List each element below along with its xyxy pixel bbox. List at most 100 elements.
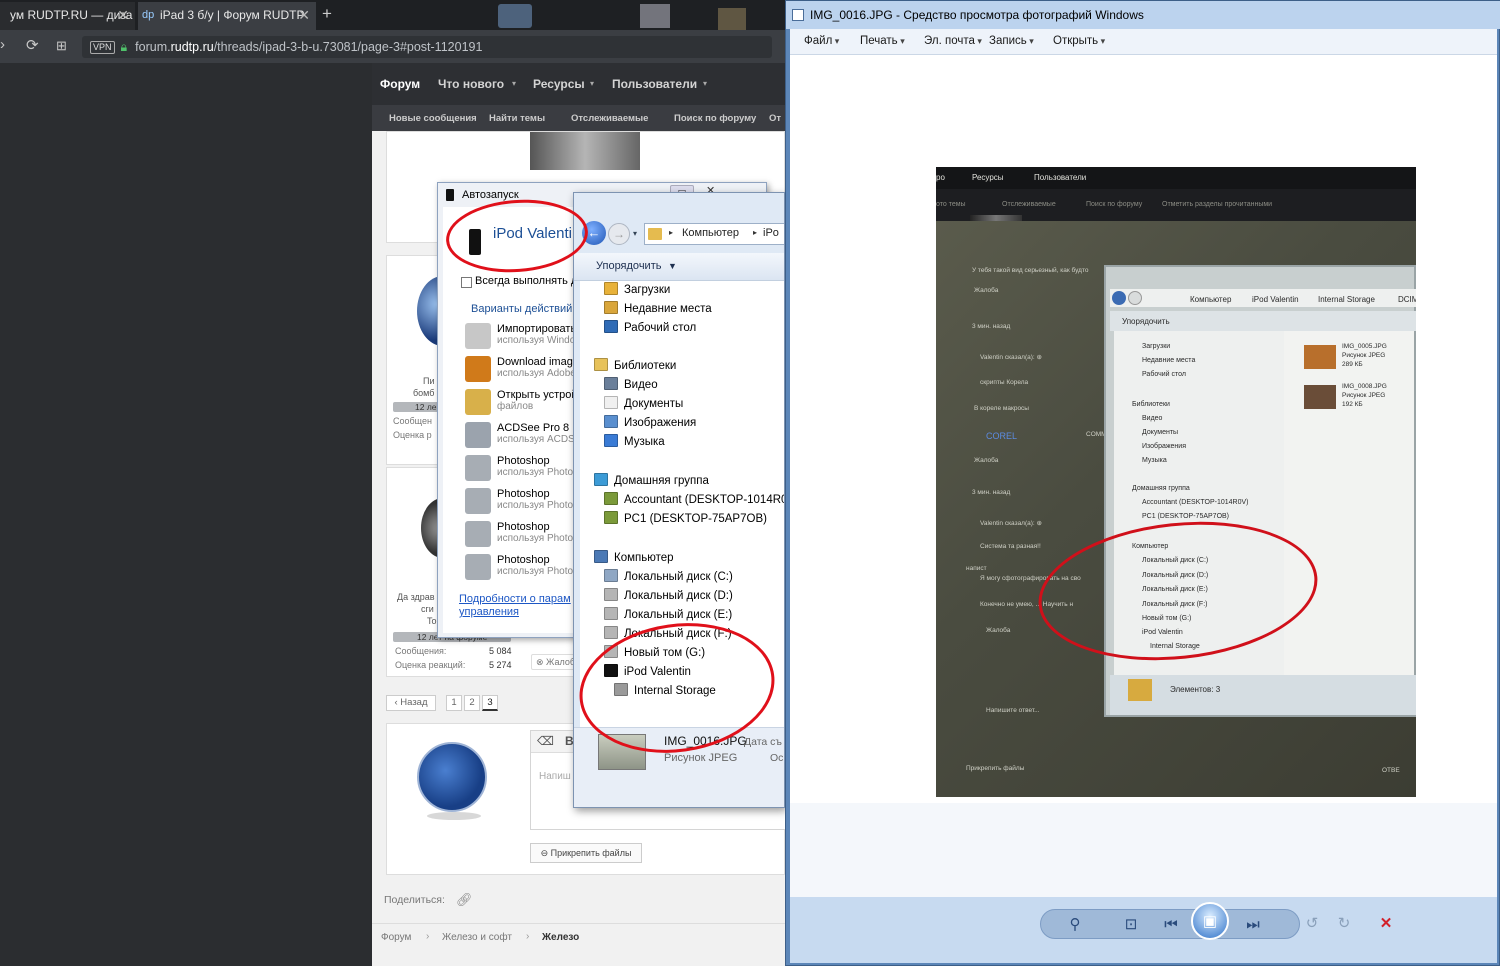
nav-resources[interactable]: Ресурсы xyxy=(533,77,585,91)
photo-forum-text: Прикрепить файлы xyxy=(966,765,1025,772)
next-icon[interactable]: ⏭︎ xyxy=(1239,914,1267,936)
tree-item[interactable]: Локальный диск (E:) xyxy=(604,606,732,625)
forward-arrow-icon[interactable]: → xyxy=(608,223,630,245)
photo-breadcrumb-item: Internal Storage xyxy=(1318,295,1375,304)
report-icon: ⊗ xyxy=(536,657,547,667)
option-title: Photoshop xyxy=(497,521,550,533)
breadcrumb-item[interactable]: iPo xyxy=(763,227,779,239)
viewer-menu-item[interactable]: Эл. почта xyxy=(924,35,982,47)
browser-tab[interactable]: ум RUDTP.RU — диза ✕ xyxy=(0,2,135,30)
tree-item-label: Недавние места xyxy=(624,303,712,315)
speed-dial-grid-icon[interactable]: ⊞ xyxy=(56,38,67,54)
tree-item[interactable]: Accountant (DESKTOP-1014R0V) xyxy=(604,491,784,510)
viewer-control-bar: ⚲ ⊡ ⏮︎ ▣ ⏭︎ ↺ ↻ ✕ xyxy=(790,897,1497,963)
tree-item-label: Видео xyxy=(624,379,658,391)
photo-forum-text: Valentin сказал(а): ⊕ xyxy=(980,354,1042,361)
tree-item[interactable]: Рабочий стол xyxy=(604,319,696,338)
breadcrumb-current[interactable]: Железо xyxy=(542,932,579,943)
user-title: сги xyxy=(421,604,434,614)
tree-item[interactable]: Видео xyxy=(604,376,658,395)
tree-item[interactable]: PC1 (DESKTOP-75AP7OB) xyxy=(604,510,767,529)
share-link-icon[interactable]: 🔗︎ xyxy=(456,892,473,908)
always-do-checkbox[interactable] xyxy=(461,277,472,288)
delete-icon[interactable]: ✕ xyxy=(1372,913,1400,935)
tree-item[interactable]: Домашняя группа xyxy=(594,472,709,491)
tree-item-label: Документы xyxy=(624,398,684,410)
nav-forum[interactable]: Форум xyxy=(380,77,420,91)
option-title: Photoshop xyxy=(497,488,550,500)
close-tab-icon[interactable]: ✕ xyxy=(298,2,310,28)
forward-arrow-icon[interactable]: › xyxy=(0,36,5,53)
post-image xyxy=(530,132,640,170)
subnav-find-threads[interactable]: Найти темы xyxy=(489,113,545,124)
pagination-back-button[interactable]: ‹ Назад xyxy=(386,695,436,711)
details-link[interactable]: Подробности о парам xyxy=(459,593,571,605)
photo-organize: Упорядочить xyxy=(1122,317,1170,326)
breadcrumb-item[interactable]: Форум xyxy=(381,932,411,943)
organize-button[interactable]: Упорядочить xyxy=(596,260,661,272)
playback-controls: ⚲ ⊡ ⏮︎ ▣ ⏭︎ xyxy=(1040,902,1300,940)
tree-item-icon xyxy=(604,569,618,582)
tree-item[interactable]: Локальный диск (C:) xyxy=(604,568,733,587)
tree-item[interactable]: Компьютер xyxy=(594,549,674,568)
app-icon xyxy=(465,488,491,514)
photo-forum-text: 3 мин. назад xyxy=(972,489,1011,496)
tree-item[interactable]: Недавние места xyxy=(604,300,712,319)
photo-viewer-window: IMG_0016.JPG - Средство просмотра фотогр… xyxy=(785,0,1500,966)
tree-item[interactable]: Загрузки xyxy=(604,281,670,300)
vpn-badge[interactable]: VPN xyxy=(90,41,115,55)
rotate-left-icon[interactable]: ↺ xyxy=(1298,913,1326,935)
new-tab-plus-icon[interactable]: + xyxy=(318,4,336,24)
url-prefix: forum. xyxy=(135,40,171,54)
option-title: Photoshop xyxy=(497,455,550,467)
ipod-icon xyxy=(446,189,454,201)
avatar[interactable] xyxy=(417,742,487,812)
actual-size-icon[interactable]: ⊡ xyxy=(1117,914,1145,936)
close-tab-icon[interactable]: ✕ xyxy=(117,2,129,28)
username[interactable]: Пи xyxy=(423,376,435,386)
tree-item[interactable]: Изображения xyxy=(604,414,696,433)
url-field[interactable]: VPN 🔒︎ forum.rudtp.ru/threads/ipad-3-b-u.7… xyxy=(82,36,772,58)
history-dropdown-icon[interactable]: ▾ xyxy=(633,229,637,238)
displayed-photo: ро Ресурсы Пользователи ото темы Отслеживаем… xyxy=(936,167,1416,797)
paperclip-icon: ⊖ xyxy=(540,848,551,858)
app-icon xyxy=(465,521,491,547)
explorer-address-bar[interactable]: ▸ Компьютер ▸ iPo xyxy=(644,223,784,245)
chevron-right-icon: › xyxy=(526,931,530,942)
photo-forum-text: Valentin сказал(а): ⊕ xyxy=(980,520,1042,527)
reload-icon[interactable]: ⟳ xyxy=(26,36,39,54)
tree-item-icon xyxy=(594,550,608,563)
pagination-page-current[interactable]: 3 xyxy=(482,695,498,711)
slideshow-icon[interactable]: ▣ xyxy=(1191,902,1229,940)
username[interactable]: Да здрав xyxy=(397,592,435,602)
pagination-page[interactable]: 2 xyxy=(464,695,480,711)
rotate-right-icon[interactable]: ↻ xyxy=(1330,913,1358,935)
subnav-new-posts[interactable]: Новые сообщения xyxy=(389,113,477,124)
option-subtitle: используя Photo xyxy=(497,566,574,577)
photo-tree-item: Accountant (DESKTOP-1014R0V) xyxy=(1142,499,1249,506)
tree-item[interactable]: Документы xyxy=(604,395,683,414)
viewer-menu-item[interactable]: Печать xyxy=(860,35,905,47)
viewer-menu-item[interactable]: Файл xyxy=(804,35,839,47)
breadcrumb-item[interactable]: Компьютер xyxy=(682,227,739,239)
browser-tab-active[interactable]: dp iPad 3 б/у | Форум RUDTP ✕ xyxy=(138,2,316,30)
viewer-menu-item[interactable]: Запись xyxy=(989,35,1034,47)
tree-item[interactable]: Локальный диск (D:) xyxy=(604,587,733,606)
nav-users[interactable]: Пользователи xyxy=(612,77,697,91)
pagination-page[interactable]: 1 xyxy=(446,695,462,711)
tab-title: iPad 3 б/у | Форум RUDTP xyxy=(160,8,305,22)
zoom-icon[interactable]: ⚲ xyxy=(1061,914,1089,936)
tree-item-label: Компьютер xyxy=(614,552,674,564)
subnav-watched[interactable]: Отслеживаемые xyxy=(571,113,648,124)
tree-item[interactable]: Музыка xyxy=(604,433,665,452)
details-link-line2[interactable]: управления xyxy=(459,606,519,618)
tree-item[interactable]: Библиотеки xyxy=(594,357,676,376)
breadcrumb-item[interactable]: Железо и софт xyxy=(442,932,512,943)
subnav-search[interactable]: Поиск по форуму xyxy=(674,113,756,124)
viewer-menu-item[interactable]: Открыть xyxy=(1053,35,1105,47)
attach-files-button[interactable]: ⊖ Прикрепить файлы xyxy=(530,843,642,863)
nav-whats-new[interactable]: Что нового xyxy=(438,77,504,91)
subnav-more[interactable]: От xyxy=(769,113,781,124)
previous-icon[interactable]: ⏮︎ xyxy=(1157,914,1185,936)
eraser-icon[interactable]: ⌫ xyxy=(537,734,554,748)
